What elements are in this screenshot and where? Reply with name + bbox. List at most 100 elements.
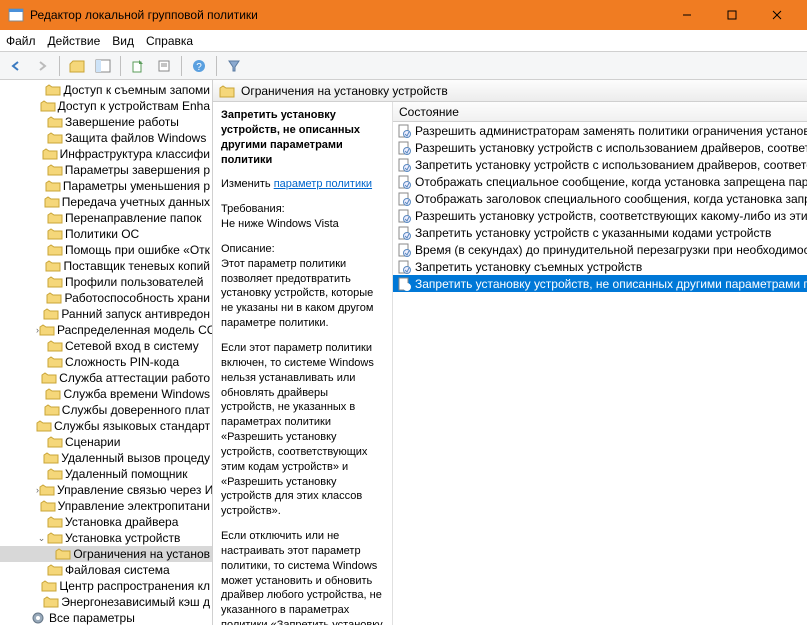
expand-icon[interactable] [36,386,45,402]
tree-item[interactable]: Энергонезависимый кэш д [0,594,212,610]
tree-item[interactable]: ⌄Установка устройств [0,530,212,546]
tree-item[interactable]: Файловая система [0,562,212,578]
forward-button[interactable] [30,54,54,78]
menu-file[interactable]: Файл [6,34,36,48]
maximize-button[interactable] [709,0,754,30]
expand-icon[interactable] [36,130,47,146]
policy-list[interactable]: Состояние Разрешить администраторам заме… [393,102,807,625]
expand-icon[interactable] [36,258,45,274]
minimize-button[interactable] [664,0,709,30]
tree-item[interactable]: Доступ к съемным запоми [0,82,212,98]
expand-icon[interactable] [20,610,31,625]
expand-icon[interactable]: ⌄ [36,530,47,546]
expand-icon[interactable] [36,466,47,482]
folder-icon [47,243,63,257]
tree-item[interactable]: Работоспособность храни [0,290,212,306]
tree-item[interactable]: Удаленный вызов процеду [0,450,212,466]
folder-icon [47,227,63,241]
tree-item[interactable]: ›Управление связью через И [0,482,212,498]
tree-item[interactable]: Передача учетных данных [0,194,212,210]
tree-item[interactable]: Поставщик теневых копий [0,258,212,274]
tree-item-label: Перенаправление папок [65,211,202,225]
tree-item[interactable]: Служба аттестации работо [0,370,212,386]
folder-icon [40,99,56,113]
export-button[interactable] [126,54,150,78]
navigation-tree[interactable]: Доступ к съемным запомиДоступ к устройст… [0,80,213,625]
tree-item[interactable]: Центр распространения кл [0,578,212,594]
menu-help[interactable]: Справка [146,34,193,48]
policy-row[interactable]: Разрешить установку устройств с использо… [393,139,807,156]
expand-icon[interactable] [36,274,47,290]
tree-item[interactable]: Профили пользователей [0,274,212,290]
expand-icon[interactable] [36,178,45,194]
tree-item[interactable]: Сетевой вход в систему [0,338,212,354]
requirements-label: Требования: [221,202,384,217]
tree-item[interactable]: Инфраструктура классифи [0,146,212,162]
expand-icon[interactable] [36,114,47,130]
tree-item[interactable]: Ранний запуск антивредон [0,306,212,322]
tree-item[interactable]: Завершение работы [0,114,212,130]
policy-row[interactable]: Время (в секундах) до принудительной пер… [393,241,807,258]
tree-item-label: Управление связью через И [57,483,213,497]
expand-icon[interactable] [36,450,43,466]
tree-item[interactable]: Защита файлов Windows [0,130,212,146]
expand-icon[interactable] [36,290,46,306]
close-button[interactable] [754,0,799,30]
expand-icon[interactable] [36,594,43,610]
tree-item[interactable]: Управление электропитани [0,498,212,514]
expand-icon[interactable] [36,210,47,226]
tree-item[interactable]: ›Распределенная модель СС [0,322,212,338]
policy-row[interactable]: Отображать заголовок специального сообще… [393,190,807,207]
tree-item-label: Энергонезависимый кэш д [61,595,210,609]
expand-icon[interactable] [36,226,47,242]
tree-item-label: Параметры уменьшения р [63,179,210,193]
tree-item[interactable]: Все параметры [0,610,212,625]
tree-item-label: Установка драйвера [65,515,178,529]
tree-item[interactable]: Параметры уменьшения р [0,178,212,194]
tree-item[interactable]: Доступ к устройствам Enha [0,98,212,114]
help-button[interactable]: ? [187,54,211,78]
tree-item[interactable]: Удаленный помощник [0,466,212,482]
policy-row[interactable]: Разрешить установку устройств, соответст… [393,207,807,224]
filter-button[interactable] [222,54,246,78]
policy-row[interactable]: Разрешить администраторам заменять полит… [393,122,807,139]
expand-icon[interactable] [36,162,47,178]
show-hide-tree-button[interactable] [91,54,115,78]
tree-item[interactable]: Параметры завершения р [0,162,212,178]
expand-icon[interactable] [36,514,47,530]
tree-item[interactable]: Службы доверенного плат [0,402,212,418]
tree-item[interactable]: Перенаправление папок [0,210,212,226]
menu-action[interactable]: Действие [48,34,101,48]
tree-item[interactable]: Сценарии [0,434,212,450]
policy-row[interactable]: Запретить установку устройств, не описан… [393,275,807,292]
expand-icon[interactable] [36,562,47,578]
tree-item[interactable]: Службы языковых стандарт [0,418,212,434]
column-header-state[interactable]: Состояние [393,102,807,122]
expand-icon[interactable] [36,242,47,258]
expand-icon[interactable] [36,194,44,210]
policy-row[interactable]: Отображать специальное сообщение, когда … [393,173,807,190]
tree-item[interactable]: Политики ОС [0,226,212,242]
expand-icon[interactable] [36,82,45,98]
folder-icon [47,115,63,129]
menubar: Файл Действие Вид Справка [0,30,807,52]
expand-icon[interactable] [36,354,47,370]
tree-item[interactable]: Установка драйвера [0,514,212,530]
back-button[interactable] [4,54,28,78]
tree-item[interactable]: Ограничения на установ [0,546,212,562]
expand-icon[interactable] [36,338,47,354]
tree-item[interactable]: Сложность PIN-кода [0,354,212,370]
up-button[interactable] [65,54,89,78]
menu-view[interactable]: Вид [112,34,134,48]
expand-icon[interactable] [36,402,44,418]
policy-row[interactable]: Запретить установку съемных устройств [393,258,807,275]
policy-row[interactable]: Запретить установку устройств с указанны… [393,224,807,241]
tree-item[interactable]: Помощь при ошибке «Отк [0,242,212,258]
content-header: Ограничения на установку устройств [213,80,807,102]
expand-icon[interactable] [36,434,47,450]
expand-icon[interactable] [36,306,43,322]
tree-item[interactable]: Служба времени Windows [0,386,212,402]
policy-row[interactable]: Запретить установку устройств с использо… [393,156,807,173]
edit-policy-link[interactable]: параметр политики [274,178,372,190]
properties-button[interactable] [152,54,176,78]
